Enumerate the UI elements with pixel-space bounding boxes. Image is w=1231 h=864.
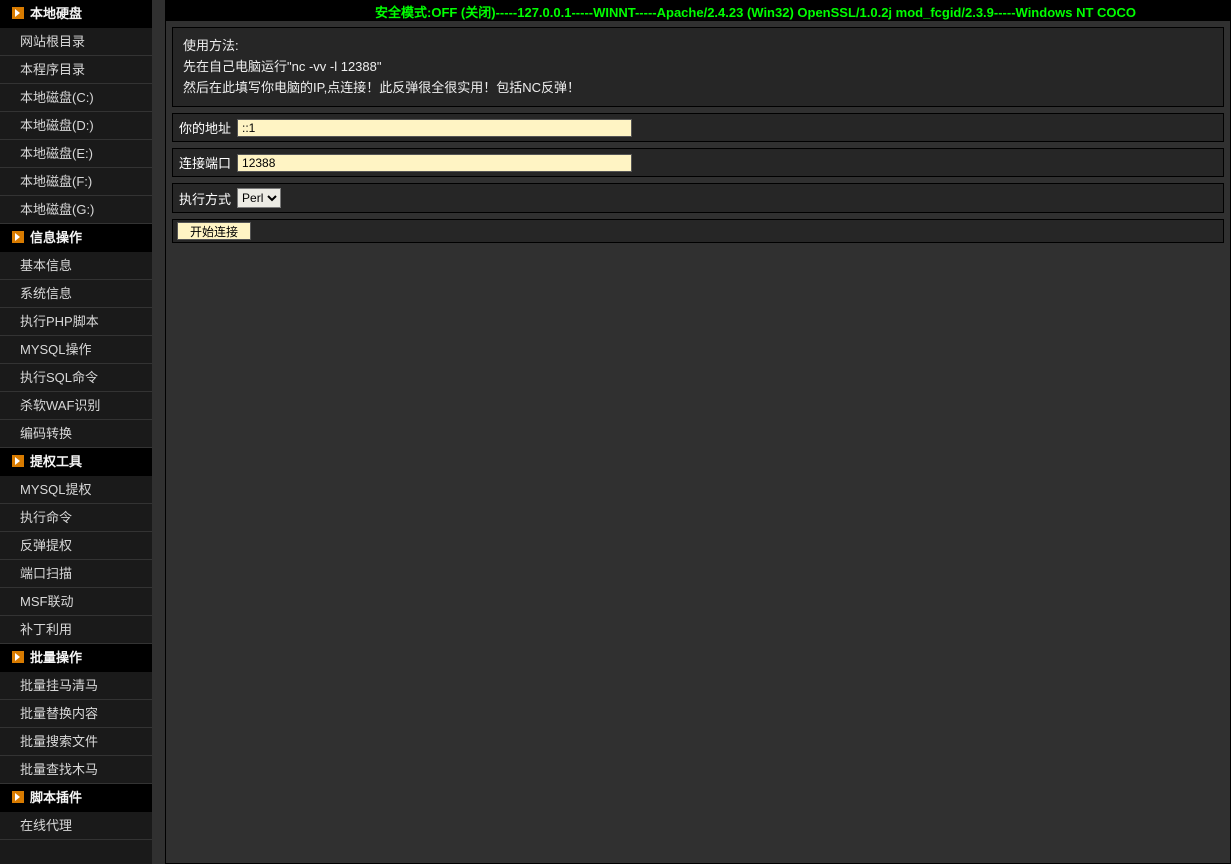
instructions-line-3: 然后在此填写你电脑的IP,点连接！此反弹很全很实用！包括NC反弹！ bbox=[183, 78, 1213, 99]
sidebar-item[interactable]: 杀软WAF识别 bbox=[0, 392, 152, 420]
sidebar-item-label: 本地磁盘(E:) bbox=[20, 146, 93, 161]
sidebar-item-label: 本地磁盘(F:) bbox=[20, 174, 92, 189]
connect-button[interactable]: 开始连接 bbox=[177, 222, 251, 240]
sidebar-item[interactable]: 本地磁盘(G:) bbox=[0, 196, 152, 224]
sidebar-item-label: 系统信息 bbox=[20, 286, 72, 301]
port-input[interactable] bbox=[237, 154, 632, 172]
sidebar-scrollbar[interactable] bbox=[152, 0, 165, 864]
sidebar-group-title: 信息操作 bbox=[30, 230, 82, 245]
top-status-bar: 安全模式:OFF (关闭)-----127.0.0.1-----WINNT---… bbox=[165, 0, 1231, 20]
sidebar-item-label: 反弹提权 bbox=[20, 538, 72, 553]
sidebar-item-label: MYSQL操作 bbox=[20, 342, 92, 357]
sidebar-item[interactable]: 本地磁盘(F:) bbox=[0, 168, 152, 196]
sidebar-item-label: 补丁利用 bbox=[20, 622, 72, 637]
sidebar-item-label: 批量替换内容 bbox=[20, 706, 98, 721]
sidebar: 本地硬盘网站根目录本程序目录本地磁盘(C:) 本地磁盘(D:) 本地磁盘(E:) 本地… bbox=[0, 0, 152, 864]
port-row: 连接端口 bbox=[172, 148, 1224, 177]
sidebar-item[interactable]: 执行命令 bbox=[0, 504, 152, 532]
sidebar-group-title: 脚本插件 bbox=[30, 790, 82, 805]
sidebar-item[interactable]: 批量挂马清马 bbox=[0, 672, 152, 700]
sidebar-item-label: 网站根目录 bbox=[20, 34, 85, 49]
sidebar-item[interactable]: 本地磁盘(D:) bbox=[0, 112, 152, 140]
sidebar-item-label: 基本信息 bbox=[20, 258, 72, 273]
sidebar-item[interactable]: 基本信息 bbox=[0, 252, 152, 280]
sidebar-group-header[interactable]: 批量操作 bbox=[0, 644, 152, 672]
sidebar-item-label: MYSQL提权 bbox=[20, 482, 92, 497]
sidebar-item[interactable]: 批量搜索文件 bbox=[0, 728, 152, 756]
sidebar-item[interactable]: 反弹提权 bbox=[0, 532, 152, 560]
sidebar-item-label: 本程序目录 bbox=[20, 62, 85, 77]
sidebar-group-title: 本地硬盘 bbox=[30, 6, 82, 21]
sidebar-item[interactable]: 编码转换 bbox=[0, 420, 152, 448]
address-label: 你的地址 bbox=[179, 118, 231, 137]
sidebar-item[interactable]: 本程序目录 bbox=[0, 56, 152, 84]
sidebar-item[interactable]: 本地磁盘(E:) bbox=[0, 140, 152, 168]
sidebar-group-header[interactable]: 信息操作 bbox=[0, 224, 152, 252]
sidebar-item[interactable]: 在线代理 bbox=[0, 812, 152, 840]
sidebar-group-title: 批量操作 bbox=[30, 650, 82, 665]
sidebar-item-label: 杀软WAF识别 bbox=[20, 398, 100, 413]
sidebar-item[interactable]: 本地磁盘(C:) bbox=[0, 84, 152, 112]
sidebar-item-label: MSF联动 bbox=[20, 594, 73, 609]
sidebar-item-label: 批量挂马清马 bbox=[20, 678, 98, 693]
sidebar-item-label: 本地磁盘(G:) bbox=[20, 202, 94, 217]
sidebar-item[interactable]: MYSQL操作 bbox=[0, 336, 152, 364]
arrow-icon bbox=[12, 651, 24, 663]
arrow-icon bbox=[12, 7, 24, 19]
instructions-box: 使用方法: 先在自己电脑运行"nc -vv -l 12388" 然后在此填写你电… bbox=[172, 27, 1224, 107]
status-text: 安全模式:OFF (关闭)-----127.0.0.1-----WINNT---… bbox=[375, 5, 1136, 20]
method-label: 执行方式 bbox=[179, 189, 231, 208]
sidebar-group-header[interactable]: 脚本插件 bbox=[0, 784, 152, 812]
submit-row: 开始连接 bbox=[172, 219, 1224, 243]
sidebar-group-title: 提权工具 bbox=[30, 454, 82, 469]
sidebar-item-label: 执行PHP脚本 bbox=[20, 314, 99, 329]
sidebar-item-label: 执行命令 bbox=[20, 510, 72, 525]
arrow-icon bbox=[12, 455, 24, 467]
sidebar-item[interactable]: 补丁利用 bbox=[0, 616, 152, 644]
sidebar-item[interactable]: 批量查找木马 bbox=[0, 756, 152, 784]
sidebar-item-label: 在线代理 bbox=[20, 818, 72, 833]
method-row: 执行方式 Perl bbox=[172, 183, 1224, 213]
sidebar-item-label: 执行SQL命令 bbox=[20, 370, 98, 385]
arrow-icon bbox=[12, 231, 24, 243]
sidebar-item[interactable]: 执行PHP脚本 bbox=[0, 308, 152, 336]
sidebar-group-header[interactable]: 本地硬盘 bbox=[0, 0, 152, 28]
sidebar-group-header[interactable]: 提权工具 bbox=[0, 448, 152, 476]
sidebar-item[interactable]: 系统信息 bbox=[0, 280, 152, 308]
sidebar-item[interactable]: 网站根目录 bbox=[0, 28, 152, 56]
sidebar-item-label: 端口扫描 bbox=[20, 566, 72, 581]
address-row: 你的地址 bbox=[172, 113, 1224, 142]
main-panel: 使用方法: 先在自己电脑运行"nc -vv -l 12388" 然后在此填写你电… bbox=[165, 20, 1231, 864]
sidebar-item-label: 本地磁盘(C:) bbox=[20, 90, 94, 105]
sidebar-item-label: 批量查找木马 bbox=[20, 762, 98, 777]
sidebar-item-label: 本地磁盘(D:) bbox=[20, 118, 94, 133]
sidebar-item[interactable]: 执行SQL命令 bbox=[0, 364, 152, 392]
sidebar-item[interactable]: 端口扫描 bbox=[0, 560, 152, 588]
arrow-icon bbox=[12, 791, 24, 803]
sidebar-item[interactable]: MYSQL提权 bbox=[0, 476, 152, 504]
address-input[interactable] bbox=[237, 119, 632, 137]
instructions-line-1: 使用方法: bbox=[183, 36, 1213, 57]
port-label: 连接端口 bbox=[179, 153, 231, 172]
sidebar-item[interactable]: MSF联动 bbox=[0, 588, 152, 616]
instructions-line-2: 先在自己电脑运行"nc -vv -l 12388" bbox=[183, 57, 1213, 78]
method-select[interactable]: Perl bbox=[237, 188, 281, 208]
sidebar-item-label: 编码转换 bbox=[20, 426, 72, 441]
sidebar-item[interactable]: 批量替换内容 bbox=[0, 700, 152, 728]
sidebar-item-label: 批量搜索文件 bbox=[20, 734, 98, 749]
